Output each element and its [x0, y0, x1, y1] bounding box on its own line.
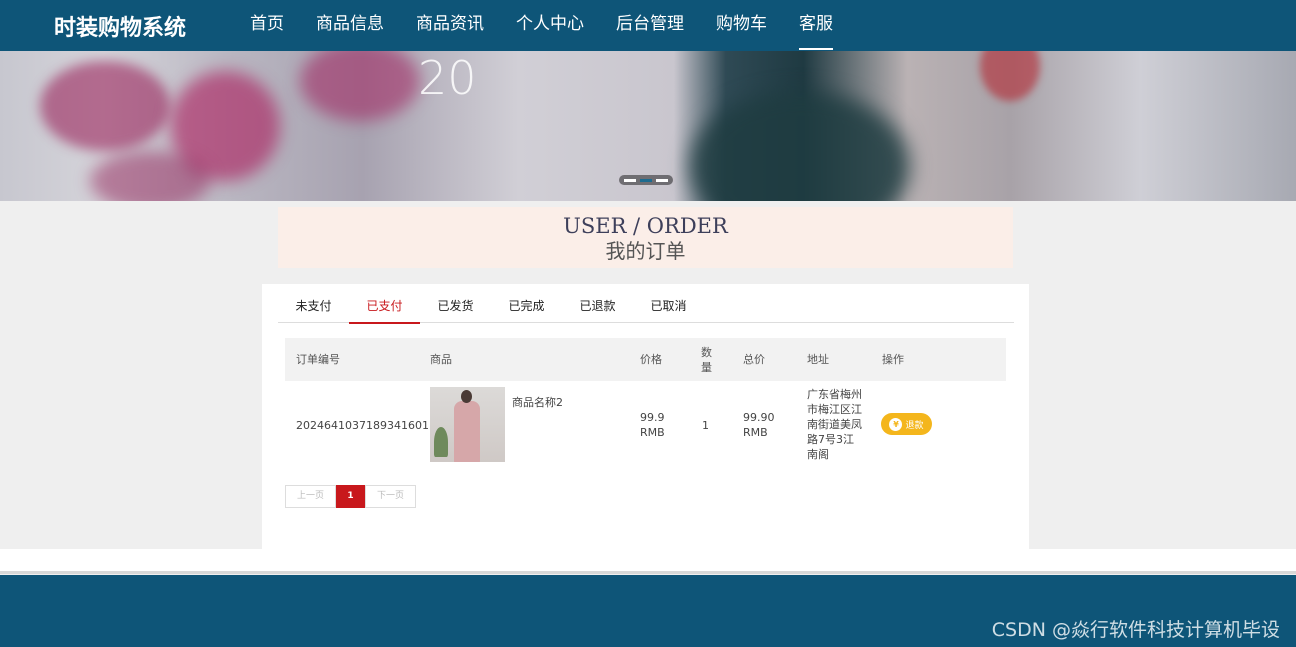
nav-admin[interactable]: 后台管理 — [600, 0, 700, 51]
refund-button[interactable]: ¥ 退款 — [881, 413, 932, 435]
nav-profile[interactable]: 个人中心 — [500, 0, 600, 51]
site-brand[interactable]: 时装购物系统 — [54, 10, 186, 42]
header-product: 商品 — [430, 353, 452, 366]
banner-year-text: 20 — [418, 51, 477, 105]
table-row: 2024641037189341601 商品名称2 99.9 RMB 1 99.… — [285, 381, 1006, 471]
product-price: 99.9 RMB — [640, 411, 665, 439]
main-nav: 首页 商品信息 商品资讯 个人中心 后台管理 购物车 客服 — [234, 0, 849, 51]
nav-service[interactable]: 客服 — [783, 0, 849, 51]
nav-home[interactable]: 首页 — [234, 0, 300, 51]
tab-unpaid[interactable]: 未支付 — [278, 290, 349, 323]
table-header: 订单编号 商品 价格 数量 总价 地址 操作 — [285, 338, 1006, 381]
product-qty: 1 — [702, 419, 709, 432]
carousel-dot[interactable] — [656, 178, 668, 182]
section-title-en: USER / ORDER — [563, 214, 728, 238]
banner-model-dress — [690, 91, 910, 201]
orders-panel: 未支付 已支付 已发货 已完成 已退款 已取消 订单编号 商品 价格 数量 总价… — [262, 284, 1029, 549]
header-total: 总价 — [743, 353, 765, 366]
nav-news[interactable]: 商品资讯 — [400, 0, 500, 51]
thumbnail-model — [454, 401, 480, 462]
header-action: 操作 — [882, 353, 904, 366]
product-name[interactable]: 商品名称2 — [512, 395, 563, 410]
delivery-address: 广东省梅州市梅江区江南街道美凤路7号3江南阁 — [807, 388, 862, 461]
pagination: 上一页 1 下一页 — [285, 485, 416, 508]
order-total: 99.90 RMB — [743, 411, 775, 439]
section-title-cn: 我的订单 — [605, 239, 686, 263]
footer-separator — [0, 549, 1296, 574]
refund-label: 退款 — [905, 420, 924, 431]
carousel-dot-active[interactable] — [640, 178, 652, 182]
banner-decoration — [300, 51, 420, 121]
product-thumbnail[interactable] — [430, 387, 505, 462]
banner-decoration — [980, 51, 1040, 101]
tab-refunded[interactable]: 已退款 — [562, 290, 633, 323]
nav-cart[interactable]: 购物车 — [700, 0, 783, 51]
carousel-dot[interactable] — [624, 178, 636, 182]
header-order-no: 订单编号 — [296, 353, 340, 366]
tab-paid[interactable]: 已支付 — [349, 290, 420, 324]
yen-icon: ¥ — [889, 417, 903, 431]
nav-products[interactable]: 商品信息 — [300, 0, 400, 51]
orders-table: 订单编号 商品 价格 数量 总价 地址 操作 20246410371893416… — [285, 338, 1006, 471]
carousel-indicators — [619, 175, 673, 185]
header-address: 地址 — [807, 353, 829, 366]
current-page[interactable]: 1 — [336, 485, 365, 508]
header-qty: 数量 — [701, 345, 712, 374]
footer: CSDN @焱行软件科技计算机毕设 — [0, 575, 1296, 647]
tab-completed[interactable]: 已完成 — [491, 290, 562, 323]
top-navbar: 时装购物系统 首页 商品信息 商品资讯 个人中心 后台管理 购物车 客服 — [0, 0, 1296, 51]
header-price: 价格 — [640, 353, 662, 366]
order-status-tabs: 未支付 已支付 已发货 已完成 已退款 已取消 — [278, 290, 1014, 324]
prev-page-button[interactable]: 上一页 — [285, 485, 336, 508]
section-title-box: USER / ORDER 我的订单 — [278, 207, 1013, 268]
banner-carousel[interactable]: 20 — [0, 51, 1296, 201]
thumbnail-plant — [434, 427, 448, 457]
csdn-watermark: CSDN @焱行软件科技计算机毕设 — [991, 619, 1280, 641]
banner-decoration — [40, 61, 170, 151]
next-page-button[interactable]: 下一页 — [365, 485, 416, 508]
tab-shipped[interactable]: 已发货 — [420, 290, 491, 323]
thumbnail-model-head — [461, 390, 472, 403]
tab-cancelled[interactable]: 已取消 — [633, 290, 704, 323]
order-number: 2024641037189341601 — [296, 419, 429, 432]
